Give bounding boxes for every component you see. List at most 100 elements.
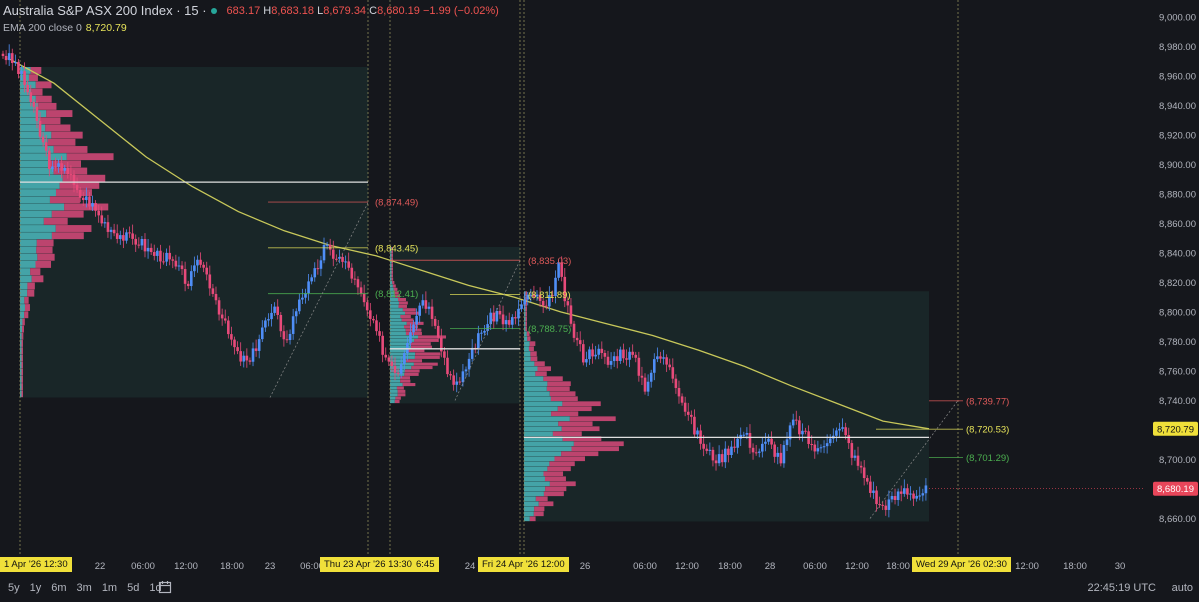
candle-body bbox=[603, 352, 607, 357]
volume-profile-bar bbox=[35, 261, 52, 268]
volume-profile-bar bbox=[524, 471, 544, 477]
price-axis-tick: 8,660.00 bbox=[1159, 514, 1196, 525]
volume-profile-bar bbox=[55, 225, 92, 232]
ema-legend[interactable]: EMA 200 close 0 8,720.79 bbox=[3, 22, 127, 34]
candle-body bbox=[159, 250, 162, 262]
candle-body bbox=[106, 222, 110, 232]
volume-profile-bar bbox=[525, 311, 527, 316]
candle-body bbox=[720, 454, 724, 463]
candle-body bbox=[430, 306, 434, 319]
volume-profile-bar bbox=[20, 124, 46, 132]
volume-profile-bar bbox=[390, 325, 405, 329]
candle-body bbox=[186, 283, 190, 287]
candle-body bbox=[257, 339, 261, 351]
chart-canvas[interactable]: (8,874.49) (8,843.45) (8,812.41) (8,835.03)… bbox=[0, 0, 1199, 576]
volume-profile-bar bbox=[20, 174, 63, 182]
volume-profile-bar bbox=[544, 476, 566, 482]
range-3m[interactable]: 3m bbox=[77, 582, 92, 594]
volume-profile-bar bbox=[527, 336, 531, 342]
candle-body bbox=[109, 229, 113, 232]
candle-body bbox=[78, 189, 82, 198]
candle-body bbox=[236, 347, 239, 352]
candle-body bbox=[856, 455, 860, 466]
auto-scale-toggle[interactable]: auto bbox=[1172, 582, 1193, 594]
candle-body bbox=[248, 360, 252, 362]
range-1y[interactable]: 1y bbox=[30, 582, 42, 594]
volume-profile-bar bbox=[525, 316, 527, 322]
candle-body bbox=[452, 375, 455, 385]
candle-body bbox=[708, 449, 712, 451]
volume-profile-bar bbox=[414, 338, 439, 342]
volume-profile-bar bbox=[38, 102, 57, 110]
candle-body bbox=[730, 446, 733, 456]
time-axis-tick: 06:00 bbox=[633, 561, 657, 572]
volume-profile-bar bbox=[543, 491, 564, 497]
candle-body bbox=[134, 238, 138, 245]
candle-body bbox=[41, 136, 45, 143]
candle-body bbox=[402, 353, 406, 365]
candle-body bbox=[387, 357, 391, 362]
candle-body bbox=[736, 438, 739, 448]
candle-body bbox=[477, 333, 480, 349]
candle-body bbox=[177, 265, 181, 267]
candle-body bbox=[646, 381, 650, 392]
candle-body bbox=[365, 302, 369, 311]
candle-body bbox=[421, 300, 425, 306]
candle-body bbox=[656, 356, 659, 360]
candle-body bbox=[424, 300, 428, 309]
candle-body bbox=[921, 493, 925, 496]
range-5d[interactable]: 5d bbox=[127, 582, 139, 594]
candle-body bbox=[541, 300, 545, 306]
volume-profile-bar bbox=[35, 95, 52, 103]
candle-body bbox=[335, 258, 338, 260]
candle-body bbox=[461, 371, 465, 383]
time-badge-fri: Fri 24 Apr '26 12:00 bbox=[478, 557, 569, 572]
range-6m[interactable]: 6m bbox=[51, 582, 66, 594]
candle-body bbox=[183, 269, 187, 284]
candle-body bbox=[884, 505, 888, 510]
volume-profile-bar bbox=[392, 284, 396, 288]
candle-body bbox=[757, 451, 761, 453]
time-badge-start: 1 Apr '26 12:30 bbox=[0, 557, 72, 572]
candle-body bbox=[254, 348, 258, 351]
volume-profile-bar bbox=[525, 326, 527, 332]
symbol-title[interactable]: Australia S&P ASX 200 Index · 15 · bbox=[3, 3, 207, 18]
utc-clock[interactable]: 22:45:19 UTC bbox=[1088, 582, 1156, 594]
range-5y[interactable]: 5y bbox=[8, 582, 20, 594]
volume-profile-bar bbox=[402, 308, 416, 312]
candle-body bbox=[619, 349, 622, 361]
candle-body bbox=[899, 491, 903, 494]
volume-profile-bar bbox=[390, 315, 401, 319]
candle-body bbox=[427, 306, 431, 309]
candle-body bbox=[196, 259, 199, 266]
candle-body bbox=[378, 331, 381, 336]
candle-body bbox=[217, 300, 221, 315]
range-1m[interactable]: 1m bbox=[102, 582, 117, 594]
volume-profile-bar bbox=[550, 396, 578, 402]
volume-profile-bar bbox=[390, 396, 396, 400]
calendar-icon[interactable] bbox=[158, 580, 172, 594]
price-level-label: (8,720.53) bbox=[966, 425, 1009, 436]
volume-profile-bar bbox=[24, 304, 30, 311]
candle-body bbox=[822, 446, 826, 448]
volume-profile-bar bbox=[24, 311, 29, 319]
volume-profile-bar bbox=[404, 369, 420, 373]
volume-profile-bar bbox=[549, 481, 576, 487]
candle-body bbox=[60, 163, 63, 171]
volume-profile-bar bbox=[406, 359, 423, 363]
candle-body bbox=[745, 433, 749, 435]
candle-body bbox=[294, 311, 298, 317]
candle-body bbox=[260, 327, 264, 340]
volume-profile-bar bbox=[20, 153, 67, 161]
candle-body bbox=[264, 320, 267, 328]
ohlc-change: −1.99 (−0.02%) bbox=[422, 4, 499, 17]
ohlc-low: 8,679.34 bbox=[323, 4, 367, 17]
volume-profile-bar bbox=[20, 102, 39, 110]
candle-body bbox=[918, 495, 922, 497]
time-axis-tick: 12:00 bbox=[675, 561, 699, 572]
price-level-label: (8,812.41) bbox=[375, 289, 418, 300]
candle-body bbox=[751, 447, 755, 453]
volume-profile-bar bbox=[27, 289, 35, 297]
volume-profile-bar bbox=[36, 239, 54, 247]
candle-body bbox=[23, 71, 26, 85]
